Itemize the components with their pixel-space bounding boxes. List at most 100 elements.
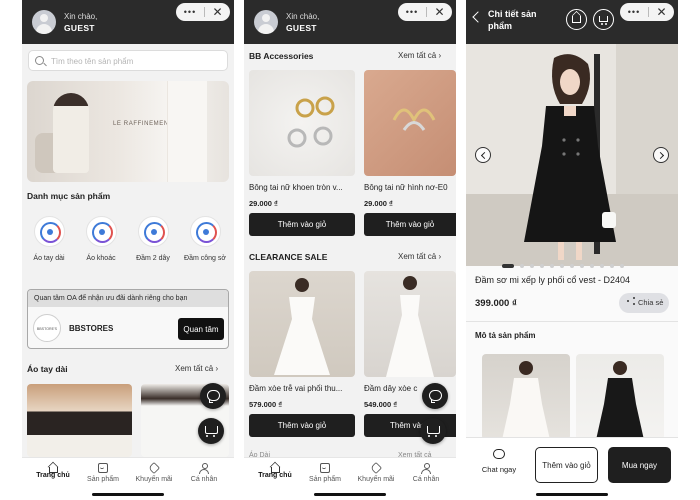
tab-products[interactable]: Sản phẩm — [78, 463, 128, 483]
gallery-dot[interactable] — [590, 264, 594, 268]
category-item-ao-khoac[interactable]: Áo khoác — [79, 216, 123, 263]
purchase-action-bar: Chat ngay Thêm vào giỏ Mua ngay — [466, 437, 678, 500]
gallery-next-icon[interactable] — [653, 147, 669, 163]
product-price: 579.000 ₫ — [249, 400, 283, 409]
tab-profile[interactable]: Cá nhân — [179, 463, 229, 483]
home-indicator — [92, 493, 164, 496]
home-screen: Xin chào, GUEST ••• ✕ LE RAFFINEMENT Dan… — [22, 0, 234, 500]
product-name[interactable]: Bông tai nữ khoen tròn v... — [249, 183, 355, 192]
add-to-cart-button[interactable]: Thêm vào giỏ — [249, 213, 355, 236]
close-icon[interactable]: ✕ — [649, 3, 674, 21]
gallery-dot[interactable] — [550, 264, 554, 268]
chat-fab-icon[interactable] — [422, 383, 448, 409]
avatar[interactable] — [32, 10, 56, 34]
greeting-text: Xin chào, — [64, 12, 98, 21]
white-dress-image — [274, 278, 330, 375]
gallery-dot[interactable] — [610, 264, 614, 268]
gallery-dot[interactable] — [530, 264, 534, 268]
username: GUEST — [286, 23, 317, 33]
tag-icon — [369, 461, 383, 475]
product-image[interactable] — [364, 70, 456, 176]
add-to-cart-button[interactable]: Thêm vào giỏ — [364, 213, 456, 236]
white-dress-image — [386, 276, 434, 377]
home-button[interactable] — [566, 9, 587, 30]
tab-products[interactable]: Sản phẩm — [300, 463, 350, 483]
see-all-link[interactable]: Xem tất cả › — [175, 364, 218, 373]
banner-coat-image — [167, 81, 207, 182]
black-blazer-dress-image — [596, 361, 644, 440]
close-icon[interactable]: ✕ — [427, 3, 452, 21]
gallery-dot[interactable] — [580, 264, 584, 268]
add-to-cart-button[interactable]: Thêm vào giỏ — [535, 447, 598, 483]
chat-now-label: Chat ngay — [481, 465, 517, 474]
follow-oa-card: Quan tâm OA để nhận ưu đãi dành riêng ch… — [27, 289, 229, 349]
chat-fab-icon[interactable] — [200, 383, 226, 409]
category-label: Áo tay dài — [33, 255, 65, 262]
see-all-link[interactable]: Xem tất cả › — [398, 51, 441, 60]
back-arrow-icon[interactable] — [472, 11, 484, 23]
category-item-ao-tay-dai[interactable]: Áo tay dài — [27, 216, 71, 263]
add-to-cart-button[interactable]: Thêm vào giỏ — [249, 414, 355, 437]
description-image[interactable] — [482, 354, 570, 440]
see-all-label: Xem tất cả — [398, 252, 437, 261]
tab-promotions[interactable]: Khuyến mãi — [351, 461, 401, 483]
see-all-link[interactable]: Xem tất cả › — [398, 252, 441, 261]
search-bar[interactable] — [28, 50, 228, 71]
product-name[interactable]: Đầm xòe trễ vai phối thu... — [249, 384, 355, 393]
section-title-long-sleeve: Áo tay dài — [27, 364, 68, 374]
product-name[interactable]: Bông tai nữ hình nơ-E0 — [364, 183, 456, 192]
category-icon — [85, 216, 117, 247]
product-image[interactable] — [249, 271, 355, 377]
gallery-dot[interactable] — [540, 264, 544, 268]
page-title: Chi tiết sản phẩm — [488, 9, 537, 31]
search-input[interactable] — [51, 54, 221, 68]
tab-label: Trang chủ — [36, 472, 70, 479]
section-title-clearance: CLEARANCE SALE — [249, 252, 328, 262]
buy-now-button[interactable]: Mua ngay — [608, 447, 671, 483]
product-image[interactable] — [364, 271, 456, 377]
product-image[interactable] — [27, 384, 132, 457]
gallery-dot[interactable] — [560, 264, 564, 268]
more-options-icon[interactable]: ••• — [398, 3, 426, 21]
gallery-dot[interactable] — [570, 264, 574, 268]
gallery-dot[interactable] — [520, 264, 524, 268]
tab-profile[interactable]: Cá nhân — [401, 463, 451, 483]
category-label: Đầm công sở — [184, 255, 226, 262]
more-options-icon[interactable]: ••• — [176, 3, 204, 21]
miniapp-capsule: ••• ✕ — [620, 3, 674, 21]
cart-icon — [599, 16, 608, 25]
cart-button[interactable] — [593, 9, 614, 30]
hero-banner[interactable]: LE RAFFINEMENT — [27, 81, 229, 182]
section-title-accessories: BB Accessories — [249, 51, 314, 61]
share-label: Chia sẻ — [638, 298, 664, 307]
tab-promotions[interactable]: Khuyến mãi — [129, 461, 179, 483]
gallery-prev-icon[interactable] — [475, 147, 491, 163]
cart-fab-icon[interactable] — [420, 418, 446, 444]
share-button[interactable]: Chia sẻ — [619, 293, 669, 313]
tab-home[interactable]: Trang chủ — [28, 463, 78, 479]
cart-fab-icon[interactable] — [198, 418, 224, 444]
tab-home[interactable]: Trang chủ — [250, 463, 300, 479]
category-label: Đầm 2 dây — [136, 255, 170, 262]
product-price: 29.000 ₫ — [364, 199, 393, 208]
more-options-icon[interactable]: ••• — [620, 3, 648, 21]
username: GUEST — [64, 23, 95, 33]
product-gallery[interactable] — [466, 44, 678, 266]
gallery-dot[interactable] — [502, 264, 514, 268]
close-icon[interactable]: ✕ — [205, 3, 230, 21]
gallery-dot[interactable] — [600, 264, 604, 268]
follow-button[interactable]: Quan tâm — [178, 318, 224, 340]
category-icon — [33, 216, 65, 247]
avatar[interactable] — [254, 10, 278, 34]
person-icon — [199, 463, 209, 474]
detail-header: Chi tiết sản phẩm ••• ✕ — [466, 0, 678, 44]
share-icon — [627, 300, 629, 302]
description-image[interactable] — [576, 354, 664, 440]
gallery-dot[interactable] — [620, 264, 624, 268]
category-item-dam-cong-so[interactable]: Đầm công sở — [183, 216, 227, 263]
product-image[interactable] — [249, 70, 355, 176]
category-title: Danh mục sản phẩm — [27, 191, 111, 201]
see-all-label: Xem tất cả — [175, 364, 214, 373]
chat-now-button[interactable]: Chat ngay — [476, 449, 522, 474]
category-item-dam-2-day[interactable]: Đầm 2 dây — [131, 216, 175, 263]
